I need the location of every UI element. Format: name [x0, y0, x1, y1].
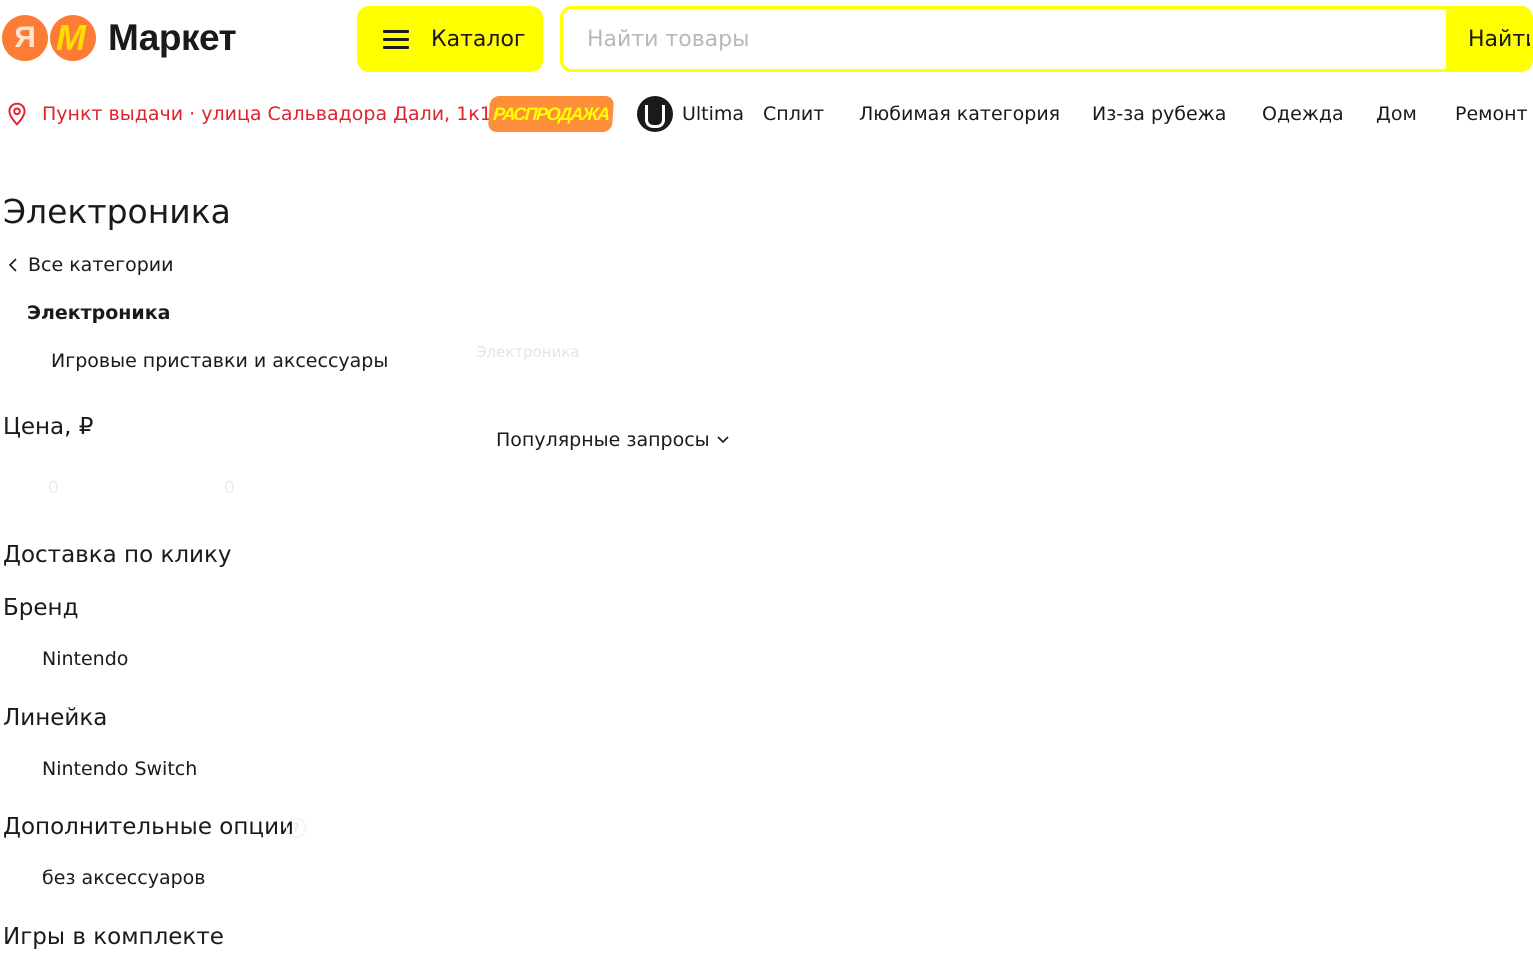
options-filter-title: Дополнительные опции	[3, 814, 294, 840]
chevron-down-icon	[717, 436, 729, 444]
market-logo[interactable]: Я Маркет	[2, 13, 237, 63]
popular-queries-dropdown[interactable]: Популярные запросы	[496, 429, 730, 451]
location-pin-icon	[8, 102, 26, 126]
brand-option-nintendo[interactable]: Nintendo	[42, 648, 128, 670]
nav-link-home[interactable]: Дом	[1376, 100, 1417, 128]
logo-text: Маркет	[108, 17, 237, 58]
market-m-icon	[50, 15, 96, 61]
line-filter-title: Линейка	[3, 705, 108, 731]
all-categories-link[interactable]: Все категории	[8, 254, 173, 276]
price-from-input[interactable]	[30, 470, 198, 506]
yandex-logo-icon: Я	[2, 15, 48, 61]
catalog-button-label: Каталог	[431, 26, 526, 52]
price-filter-title: Цена, ₽	[3, 414, 94, 440]
all-categories-label: Все категории	[28, 254, 174, 276]
ultima-icon[interactable]	[637, 96, 673, 132]
line-option-nintendo-switch[interactable]: Nintendo Switch	[42, 758, 197, 780]
catalog-button[interactable]: Каталог	[357, 6, 543, 72]
nav-link-split[interactable]: Сплит	[763, 100, 824, 128]
games-filter-title: Игры в комплекте	[3, 924, 224, 950]
nav-link-repair[interactable]: Ремонт	[1455, 100, 1528, 128]
search-input[interactable]	[563, 9, 1446, 69]
page-title: Электроника	[3, 192, 231, 231]
sale-badge[interactable]: РАСПРОДАЖА	[487, 96, 615, 132]
current-category[interactable]: Электроника	[27, 302, 170, 324]
help-icon[interactable]: ?	[286, 818, 306, 838]
search-bar: Найти	[560, 6, 1533, 72]
subcategory-link[interactable]: Игровые приставки и аксессуары	[51, 350, 388, 372]
pickup-point-text: Пункт выдачи · улица Сальвадора Дали, 1к…	[42, 103, 492, 125]
nav-link-clothes[interactable]: Одежда	[1262, 100, 1344, 128]
chevron-left-icon	[8, 258, 17, 272]
price-to-input[interactable]	[206, 470, 374, 506]
popular-queries-label: Популярные запросы	[496, 429, 710, 451]
pickup-point-link[interactable]: Пункт выдачи · улица Сальвадора Дали, 1к…	[4, 100, 492, 128]
search-button[interactable]: Найти	[1446, 9, 1530, 69]
nav-link-ultima[interactable]: Ultima	[682, 100, 744, 128]
nav-link-favorite-category[interactable]: Любимая категория	[859, 100, 1060, 128]
options-option-no-accessories[interactable]: без аксессуаров	[42, 867, 205, 889]
breadcrumb-faint: Электроника	[476, 343, 580, 361]
nav-link-abroad[interactable]: Из-за рубежа	[1092, 100, 1226, 128]
delivery-filter-title[interactable]: Доставка по клику	[3, 542, 232, 568]
brand-filter-title: Бренд	[3, 595, 79, 621]
hamburger-icon	[383, 29, 409, 49]
